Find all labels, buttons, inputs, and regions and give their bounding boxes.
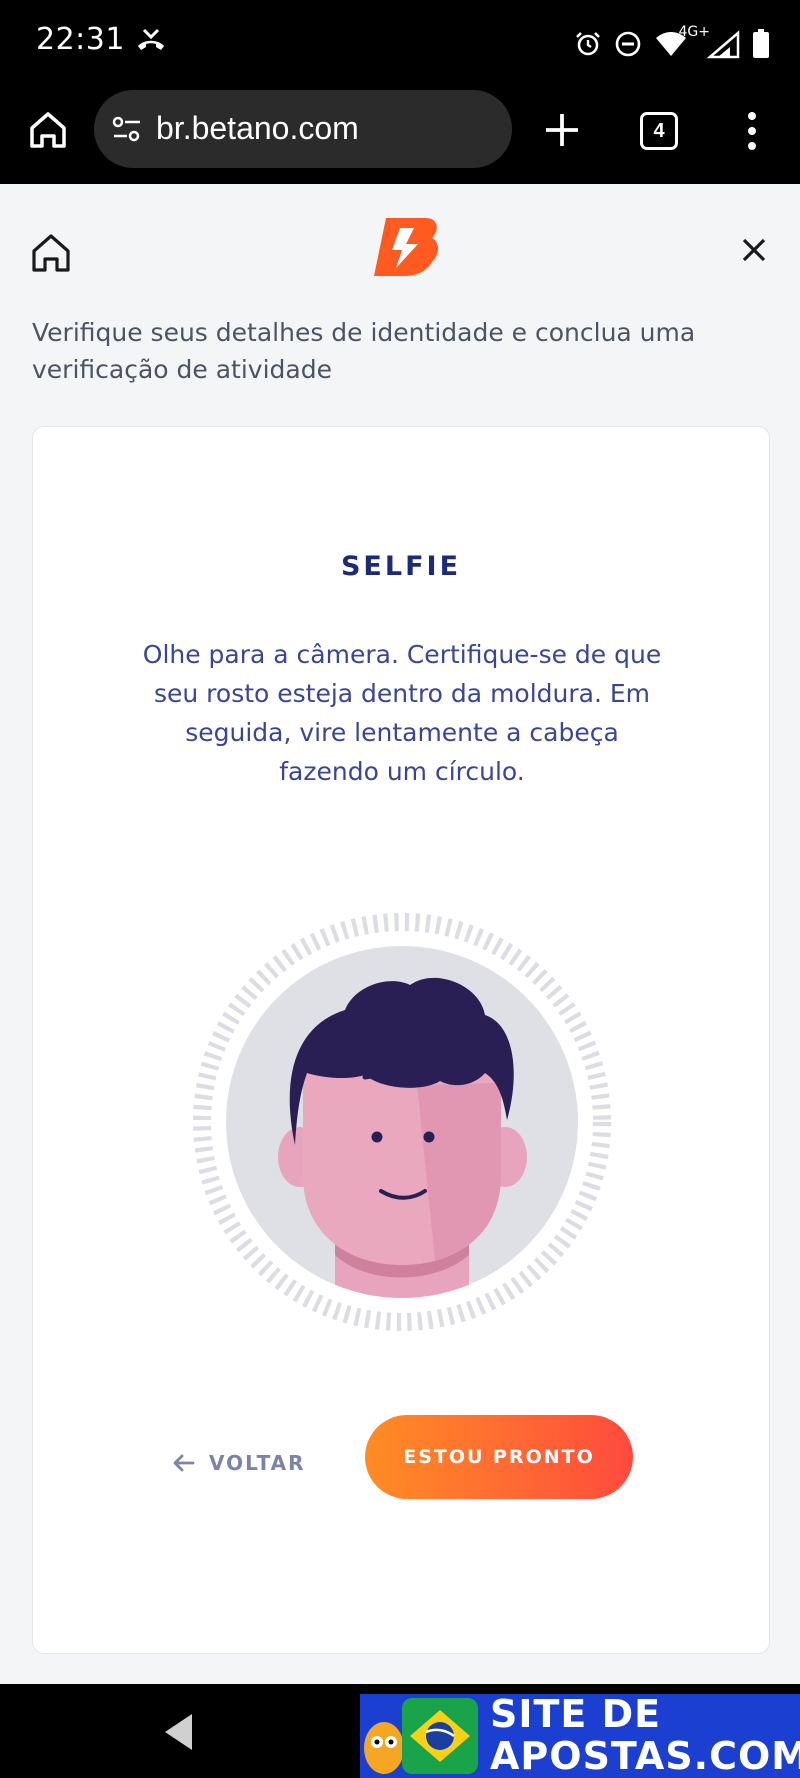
alarm-icon — [576, 32, 600, 56]
brazil-flag-icon — [402, 1698, 478, 1774]
browser-toolbar: br.betano.com 4 — [0, 88, 800, 184]
site-settings-icon[interactable] — [110, 112, 144, 146]
back-button[interactable]: VOLTAR — [173, 1435, 306, 1491]
card-description: Olhe para a câmera. Certifique-se de que… — [142, 640, 662, 786]
more-vert-icon[interactable] — [740, 108, 764, 154]
page-home-icon[interactable] — [28, 230, 74, 276]
plus-icon[interactable] — [540, 108, 584, 152]
home-icon[interactable] — [26, 108, 70, 152]
nav-back-icon[interactable] — [162, 1712, 196, 1752]
status-bar: 22:31 4G+ — [0, 0, 800, 88]
wifi-icon — [656, 32, 686, 56]
selfie-face-illustration — [193, 913, 611, 1331]
watermark-line1: SITE DE — [490, 1692, 662, 1736]
close-icon[interactable] — [738, 234, 770, 266]
ready-button[interactable]: ESTOU PRONTO — [365, 1415, 633, 1499]
status-icons — [574, 24, 770, 64]
status-time: 22:31 — [36, 22, 125, 57]
arrow-left-icon — [173, 1454, 195, 1472]
address-bar[interactable]: br.betano.com — [94, 90, 512, 168]
intro-text: Verifique seus detalhes de identidade e … — [32, 318, 696, 384]
url-text[interactable]: br.betano.com — [156, 110, 359, 147]
tab-switcher-button[interactable]: 4 — [640, 112, 678, 150]
do-not-disturb-icon — [615, 31, 641, 57]
mascot-icon — [364, 1722, 404, 1774]
back-button-label: VOLTAR — [209, 1451, 306, 1475]
watermark-banner: SITE DE APOSTAS.COM — [360, 1694, 800, 1778]
betano-logo — [374, 218, 438, 276]
signal-icon — [706, 30, 740, 59]
card-title: SELFIE — [340, 551, 462, 582]
missed-call-icon — [138, 28, 164, 50]
watermark-line2: APOSTAS.COM — [490, 1734, 800, 1778]
page-content: Verifique seus detalhes de identidade e … — [0, 184, 800, 1684]
battery-icon — [753, 29, 769, 58]
selfie-card: SELFIE Olhe para a câmera. Certifique-se… — [32, 426, 770, 1654]
